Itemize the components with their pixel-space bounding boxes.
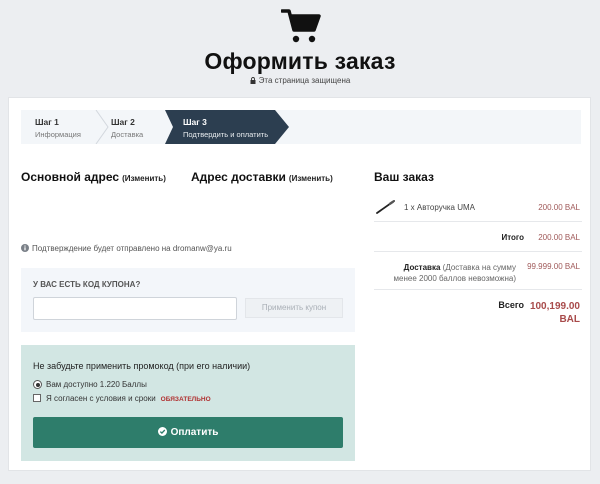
shipping-label-block: Доставка (Доставка на сумму менее 2000 б… — [381, 262, 517, 284]
shipping-value: 99.999.00 BAL — [527, 262, 580, 271]
coupon-input[interactable] — [33, 297, 237, 320]
coupon-section: У ВАС ЕСТЬ КОД КУПОНА? Применить купон — [21, 268, 355, 332]
subtotal-label: Итого — [501, 233, 524, 242]
step-subtitle: Информация — [35, 130, 81, 139]
grand-total-row: Всего 100,199.00 BAL — [374, 298, 582, 328]
item-name: 1 x Авторучка UMA — [404, 203, 475, 212]
page-title: Оформить заказ — [204, 48, 396, 74]
step-shipping[interactable]: Шаг 2 Доставка — [97, 110, 163, 144]
main-address-change-link[interactable]: (Изменить) — [122, 174, 166, 183]
points-radio[interactable] — [33, 380, 42, 389]
pen-icon — [376, 200, 395, 214]
secure-page-note: Эта страница защищена — [0, 76, 600, 85]
lock-icon — [250, 77, 256, 84]
page-header: Оформить заказ Эта страница защищена — [0, 0, 600, 96]
checkout-steps: Шаг 1 Информация Шаг 2 Доставка Шаг 3 По… — [21, 110, 581, 144]
shipping-address-change-link[interactable]: (Изменить) — [289, 174, 333, 183]
points-option-label: Вам доступно 1.220 Баллы — [46, 380, 147, 389]
points-option[interactable]: Вам доступно 1.220 Баллы — [33, 380, 147, 389]
shipping-address-heading: Адрес доставки (Изменить) — [191, 170, 333, 184]
main-address-title: Основной адрес — [21, 170, 120, 184]
main-address-heading: Основной адрес (Изменить) — [21, 170, 166, 184]
promo-reminder: Не забудьте применить промокод (при его … — [33, 361, 251, 371]
terms-option[interactable]: Я согласен с условия и сроки ОБЯЗАТЕЛЬНО — [33, 394, 211, 403]
step-title: Шаг 1 — [35, 117, 59, 127]
step-confirm-pay[interactable]: Шаг 3 Подтвердить и оплатить — [165, 110, 289, 144]
check-circle-icon — [157, 427, 167, 436]
step-title: Шаг 2 — [111, 117, 135, 127]
secure-text: Эта страница защищена — [258, 76, 351, 85]
coupon-label: У ВАС ЕСТЬ КОД КУПОНА? — [33, 280, 141, 289]
order-heading: Ваш заказ — [374, 170, 434, 184]
step-info[interactable]: Шаг 1 Информация — [21, 110, 95, 144]
terms-option-label: Я согласен с условия и сроки — [46, 394, 156, 403]
required-badge: ОБЯЗАТЕЛЬНО — [160, 396, 211, 403]
promo-section: Не забудьте применить промокод (при его … — [21, 345, 355, 461]
terms-checkbox[interactable] — [33, 394, 41, 402]
pay-button-label: Оплатить — [170, 427, 219, 438]
step-subtitle: Доставка — [111, 130, 144, 139]
shipping-label: Доставка — [403, 263, 441, 272]
pay-button[interactable]: Оплатить — [33, 417, 343, 448]
grand-total-value: 100,199.00 BAL — [529, 301, 580, 325]
checkout-card: Шаг 1 Информация Шаг 2 Доставка Шаг 3 По… — [8, 97, 591, 471]
shopping-cart-icon — [281, 9, 321, 43]
subtotal-value: 200.00 BAL — [538, 233, 580, 242]
order-item: 1 x Авторучка UMA 200.00 BAL — [374, 194, 582, 222]
subtotal-row: Итого 200.00 BAL — [374, 230, 582, 252]
confirmation-note: Подтверждение будет отправлено на droman… — [21, 244, 232, 253]
item-price: 200.00 BAL — [538, 203, 580, 212]
confirmation-text: Подтверждение будет отправлено на droman… — [32, 244, 232, 253]
info-icon — [21, 244, 29, 252]
step-title: Шаг 3 — [183, 117, 207, 127]
shipping-row: Доставка (Доставка на сумму менее 2000 б… — [374, 256, 582, 290]
grand-total-label: Всего — [498, 300, 524, 310]
shipping-address-title: Адрес доставки — [191, 170, 286, 184]
step-subtitle: Подтвердить и оплатить — [183, 130, 269, 139]
apply-coupon-button[interactable]: Применить купон — [245, 298, 343, 318]
